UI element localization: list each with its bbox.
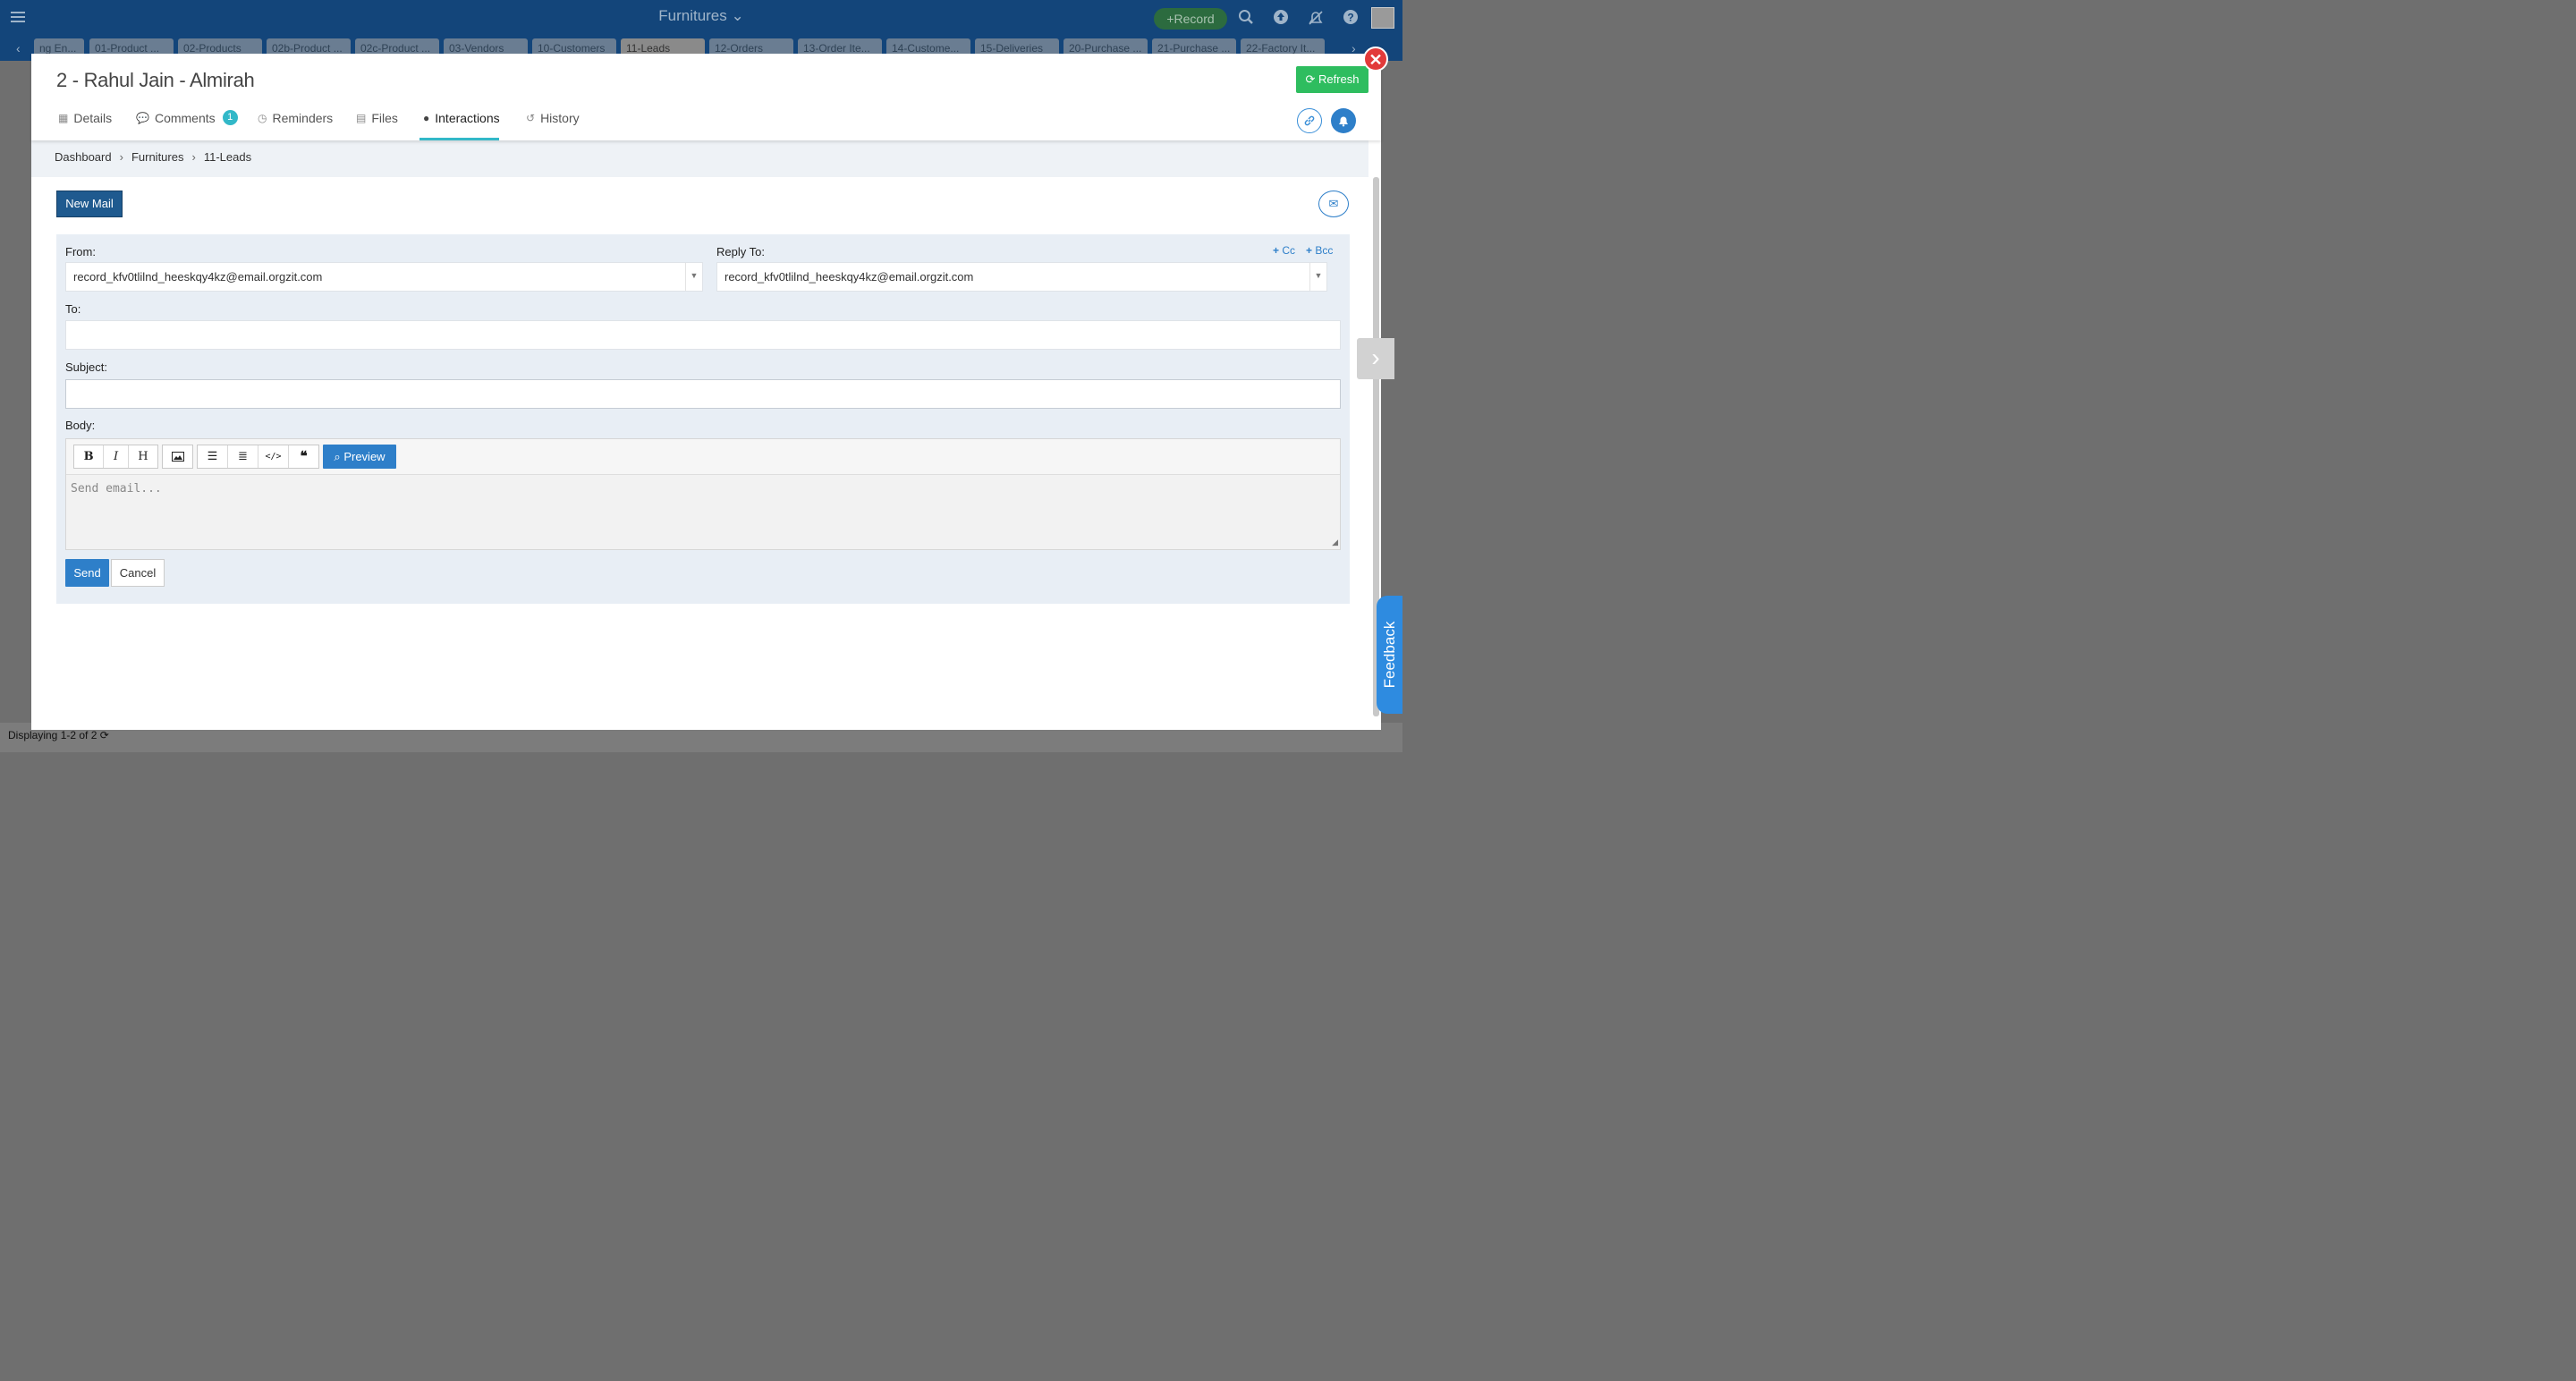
editor-toolbar: B I H ☰ ≣ </> ❝ ⌕ Preview [66, 439, 1340, 475]
body-textarea[interactable]: Send email... [71, 482, 162, 496]
upload-icon[interactable] [1272, 9, 1290, 27]
background-list-panel [0, 61, 32, 723]
add-cc-link[interactable]: + Cc [1273, 244, 1295, 257]
to-field[interactable] [65, 320, 1341, 350]
send-button[interactable]: Send [65, 559, 109, 587]
tab-comments[interactable]: 💬 Comments 1 [136, 110, 238, 140]
file-icon: ▤ [356, 112, 367, 124]
notifications-off-icon[interactable] [1307, 9, 1325, 27]
from-label: From: [65, 245, 96, 258]
body-label: Body: [65, 419, 96, 432]
tab-reminders[interactable]: ◷ Reminders [258, 110, 333, 140]
close-icon[interactable]: ✕ [1363, 47, 1388, 72]
breadcrumb-leads[interactable]: 11-Leads [204, 150, 251, 164]
add-bcc-link[interactable]: + Bcc [1306, 244, 1333, 257]
caret-down-icon: ▼ [685, 263, 702, 291]
heading-button[interactable]: H [129, 445, 157, 468]
top-bar: Furnitures ⌄ +Record ? [0, 0, 1402, 36]
plus-icon: + [1166, 12, 1174, 26]
breadcrumb-dashboard[interactable]: Dashboard [55, 150, 112, 164]
block-group: ☰ ≣ </> ❝ [197, 445, 319, 469]
help-icon[interactable]: ? [1342, 9, 1360, 27]
record-modal: 2 - Rahul Jain - Almirah ⟳ Refresh ✕ ▦ De… [31, 47, 1388, 730]
refresh-icon: ⟳ [1305, 72, 1316, 86]
code-icon[interactable]: </> [258, 445, 289, 468]
tab-interactions[interactable]: ● Interactions [419, 110, 500, 140]
search-icon[interactable] [1237, 9, 1255, 27]
image-icon[interactable] [163, 445, 192, 468]
subject-label: Subject: [65, 360, 107, 374]
modal-header: 2 - Rahul Jain - Almirah ⟳ Refresh ✕ ▦ De… [31, 47, 1388, 140]
subject-field[interactable] [65, 379, 1341, 409]
caret-down-icon: ▼ [1309, 263, 1326, 291]
cancel-button[interactable]: Cancel [111, 559, 165, 587]
feedback-tab[interactable]: Feedback [1377, 596, 1402, 714]
resize-handle-icon[interactable]: ◢ [1332, 538, 1338, 547]
comments-icon: 💬 [136, 112, 149, 124]
from-select[interactable]: record_kfv0tlilnd_heeskqy4kz@email.orgzi… [65, 262, 703, 292]
tab-files[interactable]: ▤ Files [356, 110, 398, 140]
user-icon: ● [423, 112, 430, 124]
mail-icon[interactable]: ✉ [1318, 191, 1349, 217]
next-record-chevron-icon[interactable]: › [1357, 338, 1394, 379]
clock-icon: ◷ [258, 112, 267, 124]
reply-to-label: Reply To: [716, 245, 765, 258]
link-icon[interactable] [1297, 108, 1322, 133]
breadcrumb-separator: › [191, 150, 196, 164]
format-group: B I H [73, 445, 158, 469]
bullet-list-icon[interactable]: ☰ [198, 445, 228, 468]
body-editor: B I H ☰ ≣ </> ❝ ⌕ Preview Send email... [65, 438, 1341, 550]
svg-text:?: ? [1347, 12, 1353, 24]
quote-icon[interactable]: ❝ [289, 445, 318, 468]
preview-button[interactable]: ⌕ Preview [323, 445, 396, 469]
refresh-button[interactable]: ⟳ Refresh [1296, 66, 1368, 93]
add-record-button[interactable]: +Record [1154, 8, 1227, 30]
image-group [162, 445, 193, 469]
tab-history[interactable]: ↺ History [526, 110, 580, 140]
bell-icon[interactable] [1331, 108, 1356, 133]
table-icon: ▦ [58, 112, 69, 124]
breadcrumb-separator: › [119, 150, 123, 164]
monitor-icon[interactable] [1371, 7, 1394, 29]
breadcrumb-furnitures[interactable]: Furnitures [131, 150, 184, 164]
search-icon: ⌕ [334, 450, 341, 463]
breadcrumb: Dashboard › Furnitures › 11-Leads [55, 150, 251, 164]
history-icon: ↺ [526, 112, 536, 124]
display-count: Displaying 1-2 of 2 ⟳ [8, 729, 109, 741]
new-mail-button[interactable]: New Mail [56, 191, 123, 217]
tab-details[interactable]: ▦ Details [58, 110, 112, 140]
bold-button[interactable]: B [74, 445, 105, 468]
record-title: 2 - Rahul Jain - Almirah [56, 69, 255, 91]
reply-to-select[interactable]: record_kfv0tlilnd_heeskqy4kz@email.orgzi… [716, 262, 1327, 292]
breadcrumb-bar: Dashboard › Furnitures › 11-Leads [31, 140, 1368, 177]
to-label: To: [65, 302, 81, 316]
numbered-list-icon[interactable]: ≣ [228, 445, 258, 468]
chevron-down-icon: ⌄ [731, 7, 744, 24]
chevron-left-icon[interactable]: ‹ [16, 41, 21, 55]
compose-form: From: record_kfv0tlilnd_heeskqy4kz@email… [56, 234, 1350, 604]
comments-count-badge: 1 [222, 110, 238, 125]
refresh-icon[interactable]: ⟳ [100, 729, 109, 741]
italic-button[interactable]: I [104, 445, 129, 468]
